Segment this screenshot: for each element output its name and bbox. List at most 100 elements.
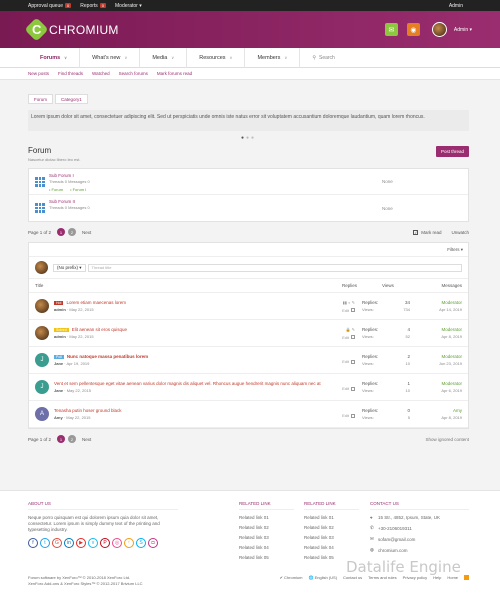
footer-link[interactable]: Related link 03 xyxy=(304,535,359,540)
thread-author[interactable]: Jane xyxy=(54,388,63,393)
last-post-date[interactable]: Jun 23, 2019 xyxy=(410,361,462,366)
footer-link[interactable]: Related link 04 xyxy=(304,545,359,550)
search-input[interactable]: ⚲ Search xyxy=(312,55,335,61)
tab-forums[interactable]: Forums ∨ xyxy=(28,47,81,68)
thread-row[interactable]: Solved Elit aenean sit eros quisque admin… xyxy=(29,320,468,347)
conversations-icon[interactable]: ✉ xyxy=(384,23,398,36)
style-chooser-link[interactable]: ✔ Chromium xyxy=(280,575,303,580)
show-ignored-link[interactable]: Show ignored content xyxy=(425,437,469,442)
dribbble-icon[interactable]: ◎ xyxy=(112,538,122,548)
thread-author[interactable]: Amy xyxy=(54,415,63,420)
thread-select-checkbox[interactable] xyxy=(351,386,355,391)
thread-row[interactable]: J Vent et sem pellentesque eget vitae ae… xyxy=(29,374,468,401)
admin-link[interactable]: Admin xyxy=(449,3,463,9)
subforum-link[interactable]: • Forum I xyxy=(70,187,86,192)
thread-prefix-label[interactable]: Solved xyxy=(54,327,69,332)
pinterest-icon[interactable]: P xyxy=(100,538,110,548)
last-post-user[interactable]: Moderator xyxy=(410,327,462,332)
subnav-find-threads[interactable]: Find threads xyxy=(58,71,83,76)
prefix-select[interactable]: (No prefix) ▾ xyxy=(53,263,86,272)
thread-edit-link[interactable]: Edit xyxy=(342,359,349,364)
approval-queue-link[interactable]: Approval queue 0 xyxy=(28,3,72,9)
thread-row[interactable]: Hot Lorem etiam maecenas lorem admin · Ma… xyxy=(29,293,468,320)
facebook-icon[interactable]: f xyxy=(28,538,38,548)
subforum-name[interactable]: Sub Forum I xyxy=(49,173,382,178)
instagram-icon[interactable]: ◘ xyxy=(148,538,158,548)
last-post-user[interactable]: Moderator xyxy=(410,300,462,305)
thread-title[interactable]: Nunc natoque massa penatibus lorem xyxy=(67,354,148,359)
last-post-date[interactable]: Apr 14, 2019 xyxy=(410,307,462,312)
rss-icon[interactable]: ◜ xyxy=(124,538,134,548)
alerts-icon[interactable]: ◉ xyxy=(406,23,420,36)
thread-title-input[interactable]: Thread title xyxy=(87,263,462,272)
next-page-link[interactable]: Next xyxy=(82,230,91,235)
thread-author-avatar[interactable]: J xyxy=(35,353,49,367)
last-post-date[interactable]: Apr 8, 2019 xyxy=(410,415,462,420)
subforum-name[interactable]: Sub Forum II xyxy=(49,199,382,204)
thread-title[interactable]: Vent et sem pellentesque eget vitae aene… xyxy=(54,381,321,386)
page-2[interactable]: 2 xyxy=(68,228,77,236)
subforum-link[interactable]: • Forum xyxy=(49,187,63,192)
contact-email-text[interactable]: sofam@gmail.com xyxy=(378,537,415,542)
thread-edit-link[interactable]: Edit xyxy=(342,335,349,340)
subnav-search-forums[interactable]: Search forums xyxy=(119,71,148,76)
tab-whats-new[interactable]: What's new ∨ xyxy=(80,47,141,68)
post-thread-button[interactable]: Post thread xyxy=(435,146,469,157)
footer-link[interactable]: Related link 02 xyxy=(239,525,294,530)
thread-author-avatar[interactable]: A xyxy=(35,407,49,421)
last-post-date[interactable]: Apr 8, 2019 xyxy=(410,334,462,339)
page-2[interactable]: 2 xyxy=(68,435,77,443)
thread-edit-link[interactable]: Edit xyxy=(342,386,349,391)
thread-author-avatar[interactable] xyxy=(35,299,49,313)
skype-icon[interactable]: S xyxy=(136,538,146,548)
thread-edit-link[interactable]: Edit xyxy=(342,308,349,313)
reports-link[interactable]: Reports 0 xyxy=(80,3,107,9)
thread-select-checkbox[interactable] xyxy=(351,413,355,418)
page-1[interactable]: 1 xyxy=(57,228,66,236)
footer-link[interactable]: Related link 03 xyxy=(239,535,294,540)
footer-link[interactable]: Related link 01 xyxy=(304,515,359,520)
breadcrumb-category[interactable]: Category1 xyxy=(55,94,88,104)
thread-author-avatar[interactable]: J xyxy=(35,380,49,394)
thread-author[interactable]: admin xyxy=(54,334,66,339)
col-replies[interactable]: Replies xyxy=(342,283,382,288)
thread-select-checkbox[interactable] xyxy=(351,359,355,364)
next-page-link[interactable]: Next xyxy=(82,437,91,442)
thread-title[interactable]: Tenasha putin hoser ground black xyxy=(54,408,122,413)
footer-link[interactable]: Related link 04 xyxy=(239,545,294,550)
last-post-date[interactable]: Apr 6, 2019 xyxy=(410,388,462,393)
rss-feed-icon[interactable] xyxy=(464,575,469,580)
thread-prefix-label[interactable]: Poll xyxy=(54,354,64,359)
last-post-user[interactable]: Moderator xyxy=(410,381,462,386)
site-logo[interactable]: C CHROMIUM xyxy=(24,17,119,42)
thread-row[interactable]: J Poll Nunc natoque massa penatibus lorem… xyxy=(29,347,468,374)
twitter-icon[interactable]: t xyxy=(40,538,50,548)
language-chooser-link[interactable]: 🌐 English (US) xyxy=(309,575,338,580)
thread-select-checkbox[interactable] xyxy=(351,335,355,339)
tab-resources[interactable]: Resources ∨ xyxy=(187,47,246,68)
subnav-new-posts[interactable]: New posts xyxy=(28,71,49,76)
col-title[interactable]: Title xyxy=(35,283,342,288)
thread-edit-link[interactable]: Edit xyxy=(342,413,349,418)
youtube-icon[interactable]: ▶ xyxy=(76,538,86,548)
user-avatar[interactable] xyxy=(431,22,447,37)
breadcrumb-forum[interactable]: Forum xyxy=(28,94,54,104)
tab-media[interactable]: Media ∨ xyxy=(140,47,188,68)
thread-author[interactable]: Jane xyxy=(54,361,63,366)
col-views[interactable]: Views xyxy=(382,283,422,288)
notice-pager-dots[interactable]: ●●● xyxy=(28,135,469,141)
thread-author[interactable]: admin xyxy=(54,307,66,312)
user-menu[interactable]: Admin ▾ xyxy=(454,27,472,33)
footer-link[interactable]: Related link 05 xyxy=(239,555,294,560)
thread-select-checkbox[interactable] xyxy=(351,308,355,312)
mark-read-link[interactable]: Mark read xyxy=(421,230,441,235)
subnav-mark-read[interactable]: Mark forums read xyxy=(157,71,192,76)
tab-members[interactable]: Members ∨ xyxy=(245,47,301,68)
page-1[interactable]: 1 xyxy=(57,435,66,443)
unwatch-link[interactable]: Unwatch xyxy=(451,230,469,235)
thread-author-avatar[interactable] xyxy=(35,326,49,340)
thread-title[interactable]: Elit aenean sit eros quisque xyxy=(72,327,127,332)
subnav-watched[interactable]: Watched xyxy=(92,71,110,76)
moderator-menu[interactable]: Moderator ▾ xyxy=(115,3,142,9)
thread-prefix-label[interactable]: Hot xyxy=(54,300,64,305)
